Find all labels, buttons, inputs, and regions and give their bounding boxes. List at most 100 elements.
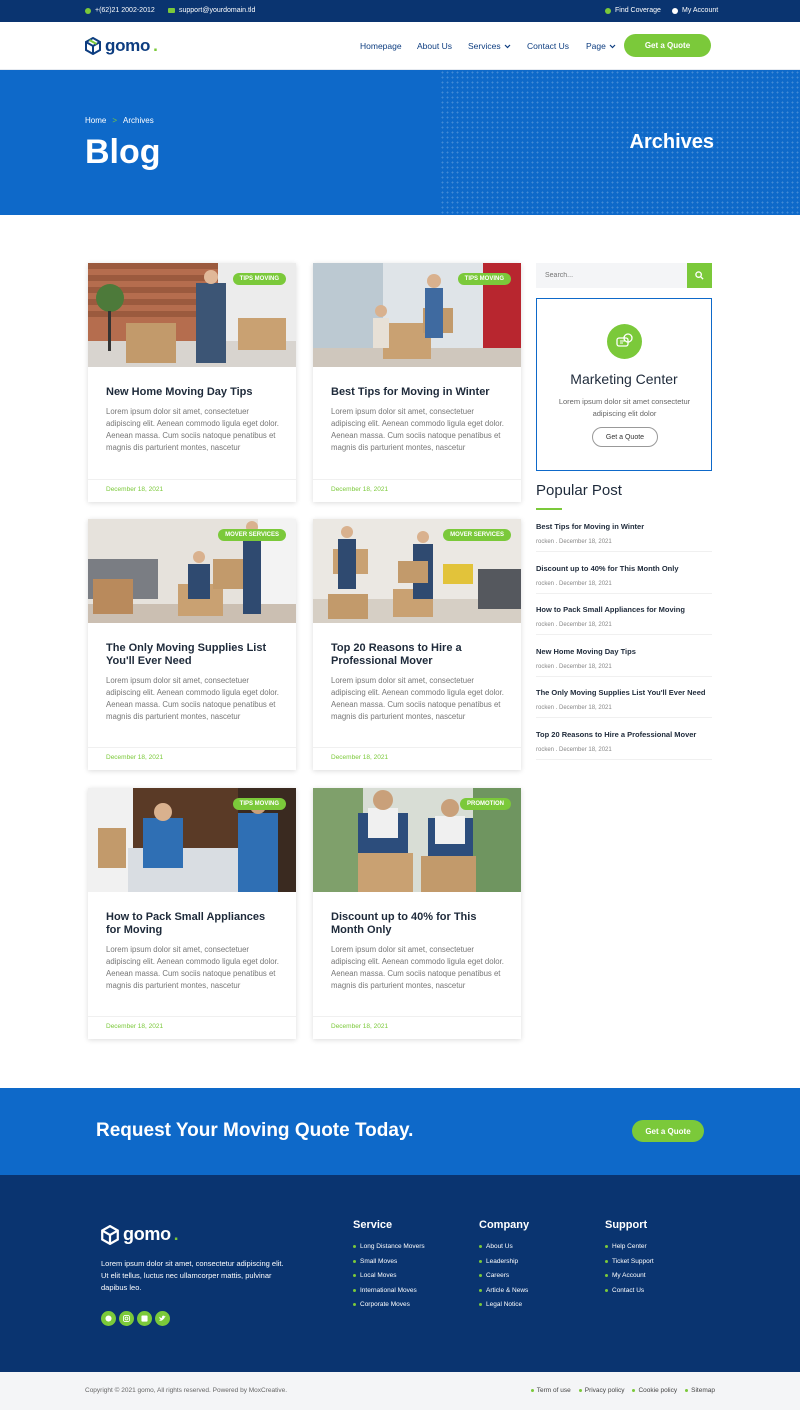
footer-link[interactable]: Corporate Moves [353, 1301, 425, 1308]
post-card[interactable]: TIPS MOVING New Home Moving Day Tips Lor… [88, 263, 296, 502]
nav-homepage-label: Homepage [360, 41, 402, 51]
bullet-icon [479, 1288, 482, 1292]
linkedin-icon[interactable] [137, 1311, 152, 1326]
nav-contact-us[interactable]: Contact Us [527, 41, 569, 51]
post-date[interactable]: December 18, 2021 [106, 754, 163, 761]
email-contact[interactable]: support@yourdomain.tld [168, 7, 255, 14]
post-date[interactable]: December 18, 2021 [106, 1023, 163, 1030]
footer-link[interactable]: Careers [479, 1272, 529, 1279]
bullet-icon [353, 1303, 356, 1306]
popular-post-title[interactable]: Top 20 Reasons to Hire a Professional Mo… [536, 730, 712, 739]
search-input[interactable] [536, 263, 687, 288]
popular-post-item[interactable]: New Home Moving Day Tips rocken . Decemb… [536, 647, 712, 677]
post-date[interactable]: December 18, 2021 [106, 486, 163, 493]
facebook-icon[interactable] [101, 1311, 116, 1326]
breadcrumb-home[interactable]: Home [85, 116, 106, 125]
footer-link-label: Legal Notice [486, 1301, 523, 1308]
popular-post-title[interactable]: The Only Moving Supplies List You'll Eve… [536, 688, 712, 697]
nav-page[interactable]: Page [586, 41, 616, 51]
footer-column-title: Support [605, 1219, 648, 1231]
logo[interactable]: gomo. [84, 36, 158, 56]
mail-icon [168, 8, 175, 13]
popular-post-item[interactable]: Discount up to 40% for This Month Only r… [536, 564, 712, 594]
post-card[interactable]: TIPS MOVING Best Tips for Moving in Wint… [313, 263, 521, 502]
post-title[interactable]: Discount up to 40% for This Month Only [331, 911, 507, 937]
privacy-policy-link[interactable]: Privacy policy [578, 1387, 625, 1394]
post-card[interactable]: MOVER SERVICES Top 20 Reasons to Hire a … [313, 519, 521, 770]
category-badge[interactable]: PROMOTION [460, 798, 511, 810]
footer-link[interactable]: Help Center [605, 1243, 654, 1250]
sitemap-link[interactable]: Sitemap [685, 1387, 715, 1394]
category-badge[interactable]: TIPS MOVING [457, 273, 511, 285]
category-badge[interactable]: TIPS MOVING [232, 273, 286, 285]
post-title[interactable]: New Home Moving Day Tips [106, 386, 282, 399]
get-a-quote-button[interactable]: Get a Quote [624, 34, 711, 57]
popular-post-title[interactable]: New Home Moving Day Tips [536, 647, 712, 656]
cookie-policy-link[interactable]: Cookie policy [632, 1387, 677, 1394]
footer-link[interactable]: Local Moves [353, 1272, 425, 1279]
popular-post-item[interactable]: How to Pack Small Appliances for Moving … [536, 605, 712, 635]
popular-post-meta: rocken . December 18, 2021 [536, 581, 612, 587]
user-icon [672, 7, 678, 14]
footer-link[interactable]: Article & News [479, 1287, 529, 1294]
popular-post-meta: rocken . December 18, 2021 [536, 705, 612, 711]
footer-column-title: Service [353, 1219, 393, 1231]
post-title[interactable]: How to Pack Small Appliances for Moving [106, 911, 282, 937]
find-coverage-link[interactable]: Find Coverage [605, 7, 661, 14]
cta-quote-button[interactable]: Get a Quote [632, 1120, 704, 1142]
phone-icon [85, 7, 91, 14]
popular-post-item[interactable]: Best Tips for Moving in Winter rocken . … [536, 522, 712, 552]
instagram-icon[interactable] [119, 1311, 134, 1326]
footer-link[interactable]: Contact Us [605, 1287, 654, 1294]
breadcrumb: Home > Archives [85, 116, 154, 125]
breadcrumb-current: Archives [123, 116, 154, 125]
footer-link[interactable]: Ticket Support [605, 1258, 654, 1265]
footer-link[interactable]: Legal Notice [479, 1301, 529, 1308]
footer-link[interactable]: About Us [479, 1243, 529, 1250]
post-date[interactable]: December 18, 2021 [331, 486, 388, 493]
footer-link[interactable]: International Moves [353, 1287, 425, 1294]
popular-post-item[interactable]: The Only Moving Supplies List You'll Eve… [536, 688, 712, 718]
popular-post-title[interactable]: How to Pack Small Appliances for Moving [536, 605, 712, 614]
search-button[interactable] [687, 263, 712, 288]
bullet-icon [578, 1389, 582, 1392]
marketing-quote-button[interactable]: Get a Quote [592, 427, 658, 447]
category-badge[interactable]: MOVER SERVICES [218, 529, 286, 541]
footer-link[interactable]: Small Moves [353, 1258, 425, 1265]
archive-title: Archives [629, 131, 715, 153]
term-of-use-link[interactable]: Term of use [530, 1387, 571, 1394]
popular-post-item[interactable]: Top 20 Reasons to Hire a Professional Mo… [536, 730, 712, 760]
post-card[interactable]: PROMOTION Discount up to 40% for This Mo… [313, 788, 521, 1039]
nav-services[interactable]: Services [468, 41, 511, 51]
my-account-link[interactable]: My Account [672, 7, 718, 14]
category-badge[interactable]: MOVER SERVICES [443, 529, 511, 541]
logo-dot: . [153, 36, 158, 55]
post-title[interactable]: Best Tips for Moving in Winter [331, 386, 507, 399]
legal-link-label: Privacy policy [584, 1387, 625, 1394]
world-map-dots [440, 70, 800, 215]
footer-link[interactable]: My Account [605, 1272, 654, 1279]
nav-homepage[interactable]: Homepage [360, 41, 402, 51]
post-title[interactable]: The Only Moving Supplies List You'll Eve… [106, 642, 282, 668]
twitter-icon[interactable] [155, 1311, 170, 1326]
post-title[interactable]: Top 20 Reasons to Hire a Professional Mo… [331, 642, 507, 668]
nav-about-us[interactable]: About Us [417, 41, 452, 51]
marketing-title: Marketing Center [570, 371, 678, 387]
footer-link[interactable]: Leadership [479, 1258, 529, 1265]
footer-link[interactable]: Long Distance Movers [353, 1243, 425, 1250]
post-card[interactable]: TIPS MOVING How to Pack Small Appliances… [88, 788, 296, 1039]
post-excerpt: Lorem ipsum dolor sit amet, consectetuer… [331, 407, 504, 452]
popular-post-title[interactable]: Discount up to 40% for This Month Only [536, 564, 712, 573]
location-pin-icon [605, 7, 611, 14]
phone-contact[interactable]: +(62)21 2002-2012 [85, 7, 155, 14]
popular-post-meta: rocken . December 18, 2021 [536, 747, 612, 753]
popular-post-meta: rocken . December 18, 2021 [536, 622, 612, 628]
footer-logo[interactable]: gomo. [100, 1224, 179, 1245]
post-card[interactable]: MOVER SERVICES The Only Moving Supplies … [88, 519, 296, 770]
footer-link-label: Contact Us [612, 1286, 645, 1294]
category-badge[interactable]: TIPS MOVING [232, 798, 286, 810]
bullet-icon [605, 1245, 608, 1248]
popular-post-title[interactable]: Best Tips for Moving in Winter [536, 522, 712, 531]
post-date[interactable]: December 18, 2021 [331, 1023, 388, 1030]
post-date[interactable]: December 18, 2021 [331, 754, 388, 761]
